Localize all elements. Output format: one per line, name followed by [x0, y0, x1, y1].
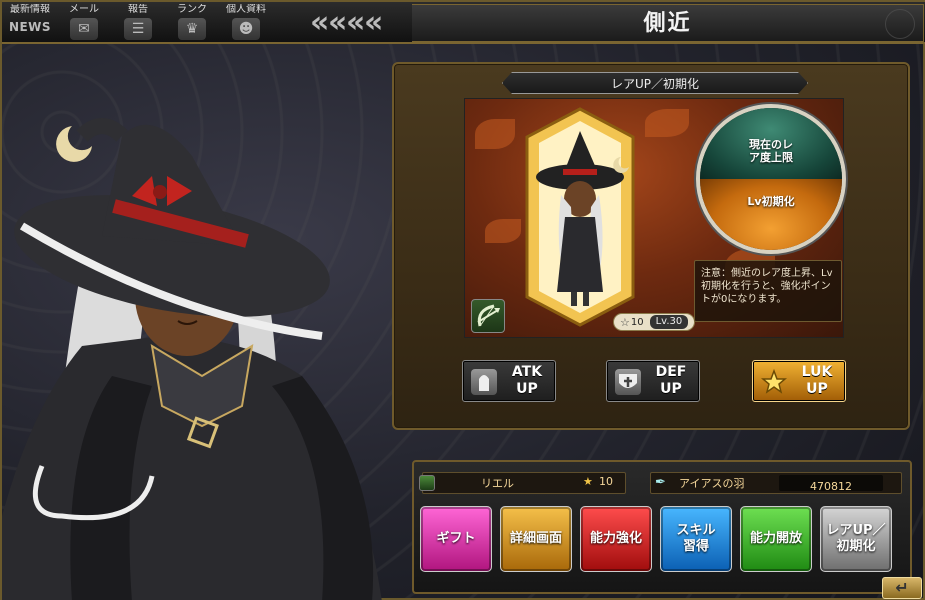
character-rank: 10 [599, 475, 613, 488]
page-title: 側近 [643, 11, 692, 36]
emblem-icon [885, 9, 915, 39]
luk-star-icon [760, 368, 788, 395]
profile-icon: ☻ [232, 18, 260, 40]
def-up-button[interactable]: DEF UP [606, 360, 700, 402]
menu-report[interactable]: 報告 ☰ [114, 4, 162, 42]
ability-unlock-button[interactable]: 能力開放 [740, 506, 812, 572]
panel-header: レアUP／初期化 [502, 72, 808, 94]
card-star-count: 10 [630, 316, 644, 328]
atk-icon [471, 369, 497, 395]
mail-icon: ✉ [70, 18, 98, 40]
chevron-left-icon: « [364, 5, 384, 40]
luk-up-label: LUK UP [801, 364, 833, 397]
menu-rank-label: ランク [177, 4, 207, 15]
power-up-button[interactable]: 能力強化 [580, 506, 652, 572]
gift-button-label: ギフト [436, 531, 476, 546]
menu-mail[interactable]: メール ✉ [60, 4, 108, 42]
rare-up-reset-button-label: レアUP／ 初期化 [826, 523, 886, 554]
action-dock: リエル ★ 10 ✒ アイアスの羽 470812 ギフト 詳細画面 能力強化 ス… [412, 460, 912, 594]
feather-icon: ✒ [655, 475, 666, 490]
detail-screen-button-label: 詳細画面 [509, 531, 562, 546]
atk-up-label: ATK UP [511, 364, 543, 397]
dock-button-row: ギフト 詳細画面 能力強化 スキル 習得 能力開放 レアUP／ 初期化 [420, 506, 892, 572]
character-portrait [2, 118, 382, 600]
menu-rank[interactable]: ランク ♛ [168, 4, 216, 42]
card-level: Lv.30 [649, 315, 689, 329]
menu-report-label: 報告 [128, 4, 148, 15]
rare-up-reset-button[interactable]: レアUP／ 初期化 [820, 506, 892, 572]
chevron-left-icon: « [328, 5, 348, 40]
rarity-orb: 現在のレ ア度上限 Lv初期化 [696, 104, 846, 254]
item-count-box: 470812 [779, 475, 883, 493]
title-chevrons: « « « « [310, 4, 384, 42]
character-name: リエル [481, 477, 514, 490]
panel-title: レアUP／初期化 [610, 77, 700, 91]
menu-profile[interactable]: 個人資料 ☻ [222, 4, 270, 42]
def-shield-icon [615, 369, 641, 395]
title-plate: 側近 [412, 4, 924, 42]
luk-up-button[interactable]: LUK UP [752, 360, 846, 402]
main-menu: 最新情報 NEWS メール ✉ 報告 ☰ ランク ♛ 個人資料 ☻ [6, 4, 270, 42]
ability-unlock-button-label: 能力開放 [749, 531, 802, 546]
item-count: 470812 [810, 480, 852, 493]
orb-rarity-limit[interactable]: 現在のレ ア度上限 [700, 108, 842, 179]
gift-button[interactable]: ギフト [420, 506, 492, 572]
menu-profile-label: 個人資料 [226, 4, 266, 15]
item-info: ✒ アイアスの羽 470812 [650, 472, 902, 494]
news-logo: NEWS [8, 20, 52, 34]
menu-news-label: 最新情報 [10, 4, 50, 15]
menu-news[interactable]: 最新情報 NEWS [6, 4, 54, 42]
character-info: リエル ★ 10 [419, 472, 626, 494]
detail-screen-button[interactable]: 詳細画面 [500, 506, 572, 572]
menu-mail-label: メール [69, 4, 99, 15]
star-icon: ☆ [620, 315, 630, 329]
game-screen: 最新情報 NEWS メール ✉ 報告 ☰ ランク ♛ 個人資料 ☻ « « « … [0, 0, 925, 600]
orb-level-reset-label: Lv初期化 [747, 195, 795, 208]
item-name: アイアスの羽 [679, 477, 745, 490]
skill-learn-button-label: スキル 習得 [676, 523, 716, 554]
autumn-leaf [485, 219, 521, 243]
orb-rarity-limit-label: 現在のレ ア度上限 [749, 138, 793, 164]
skill-learn-button[interactable]: スキル 習得 [660, 506, 732, 572]
chevron-left-icon: « [346, 5, 366, 40]
warning-note: 注意：側近のレア度上昇、Lv初期化を行うと、強化ポイントが0になります。 [694, 260, 842, 322]
orb-level-reset[interactable]: Lv初期化 [700, 179, 842, 250]
report-icon: ☰ [124, 18, 152, 40]
autumn-leaf [475, 119, 515, 149]
power-up-button-label: 能力強化 [589, 531, 642, 546]
autumn-leaf [645, 109, 689, 137]
bow-class-icon [419, 475, 435, 491]
back-button[interactable]: ↵ [882, 577, 922, 599]
unit-card-frame[interactable] [525, 107, 635, 327]
bow-weapon-icon [471, 299, 505, 333]
star-icon: ★ [583, 475, 593, 488]
top-menu-bar: 最新情報 NEWS メール ✉ 報告 ☰ ランク ♛ 個人資料 ☻ « « « … [2, 2, 925, 44]
crown-icon: ♛ [178, 18, 206, 40]
atk-up-button[interactable]: ATK UP [462, 360, 556, 402]
card-stats-badge: ☆ 10 Lv.30 [613, 313, 696, 331]
rare-up-panel: レアUP／初期化 ☆ 10 Lv.30 現在のレ ア度上限 Lv初期化 注意：側… [392, 62, 910, 430]
def-up-label: DEF UP [655, 364, 687, 397]
chevron-left-icon: « [310, 5, 330, 40]
